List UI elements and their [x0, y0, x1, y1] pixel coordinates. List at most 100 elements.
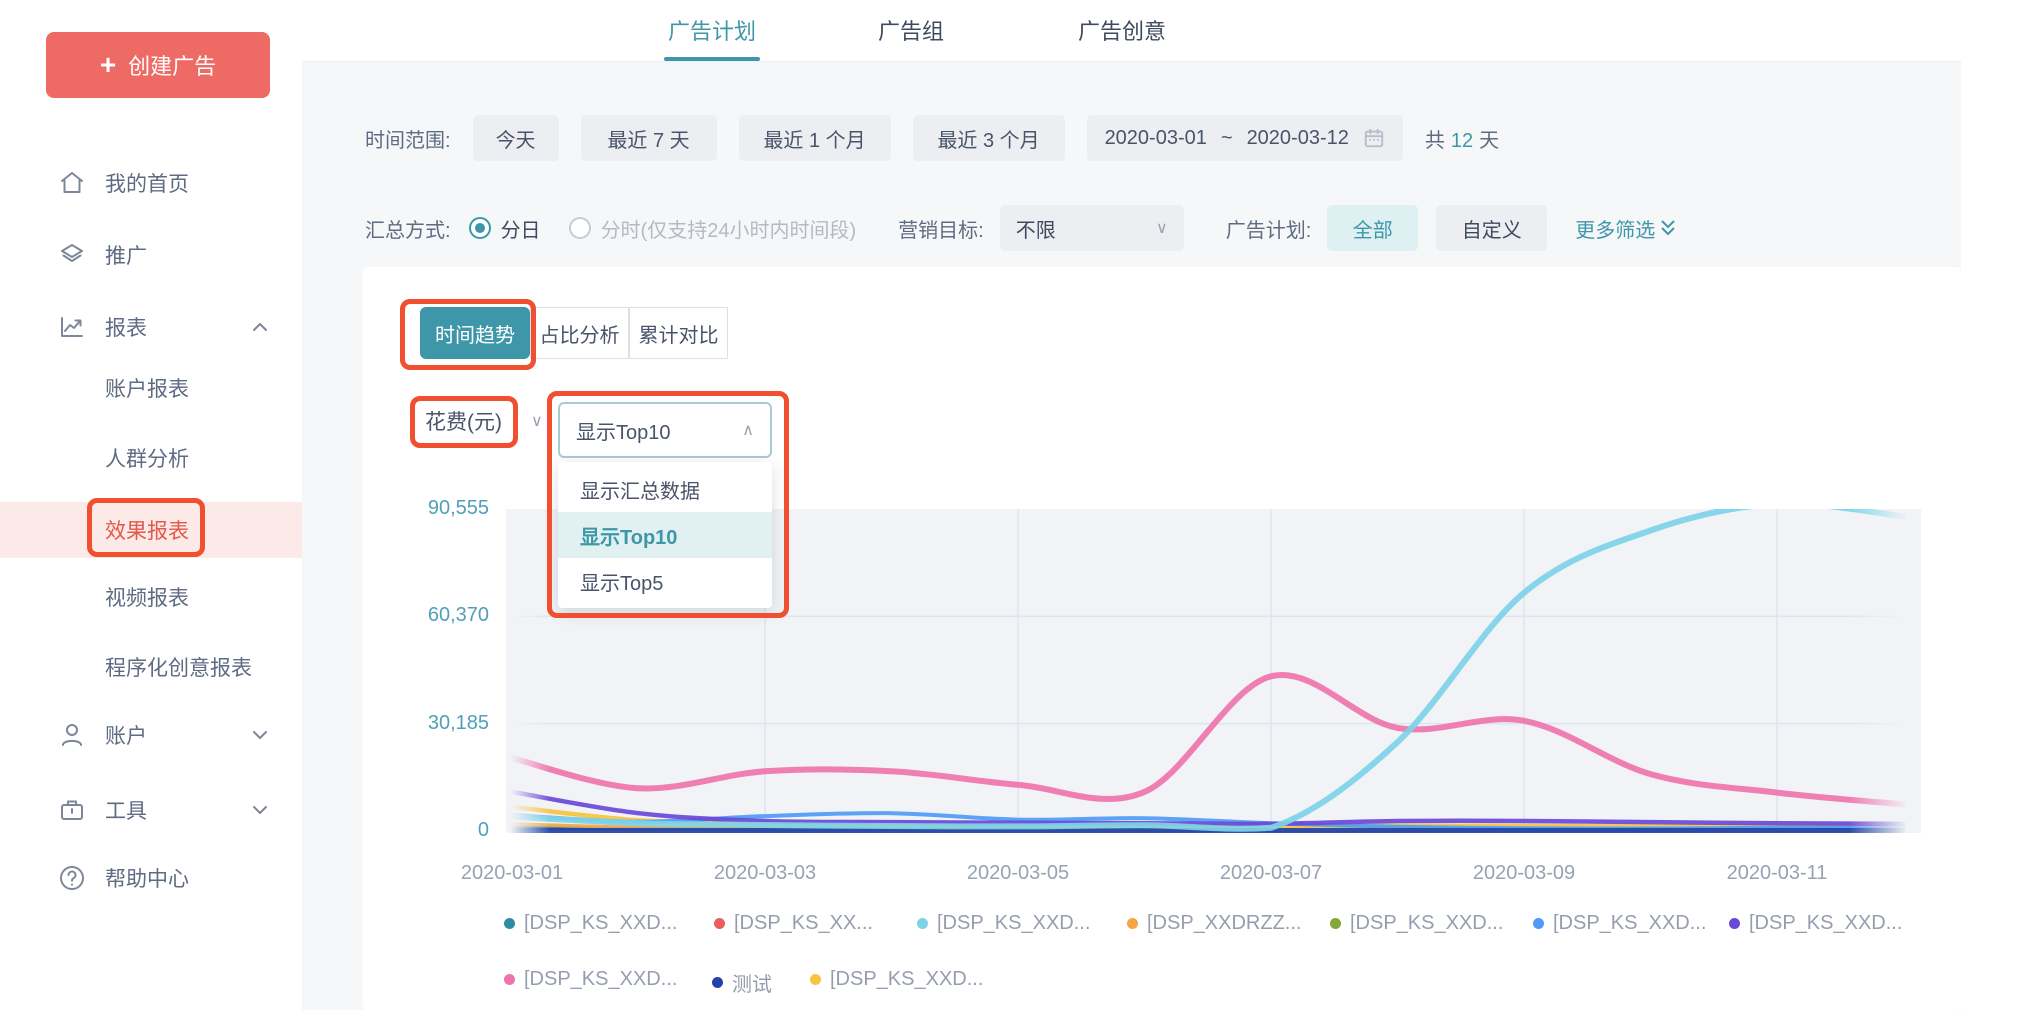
legend-label: [DSP_KS_XXD... [524, 968, 677, 991]
legend-label: [DSP_XXDRZZ... [1147, 912, 1301, 935]
y-tick-label: 0 [403, 819, 489, 842]
briefcase-icon [58, 796, 86, 824]
legend-dot-icon [1533, 918, 1544, 929]
user-icon [58, 721, 86, 749]
legend-dot-icon [714, 918, 725, 929]
legend-dot-icon [1330, 918, 1341, 929]
legend-label: [DSP_KS_XXD... [524, 912, 677, 935]
legend-dot-icon [1127, 918, 1138, 929]
layers-icon [58, 241, 86, 269]
sidebar-item-工具[interactable]: 工具 [0, 780, 302, 840]
radio-by-hour[interactable] [569, 217, 591, 239]
legend-label: [DSP_KS_XXD... [1553, 912, 1706, 935]
ad-plan-custom-button[interactable]: 自定义 [1436, 205, 1547, 251]
sidebar-item-报表[interactable]: 报表 [0, 297, 302, 357]
total-days: 共12天 [1425, 124, 1499, 153]
ad-plan-all-button[interactable]: 全部 [1327, 205, 1418, 251]
sidebar-item-账户报表[interactable]: 账户报表 [0, 360, 302, 416]
view-tab-时间趋势[interactable]: 时间趋势 [420, 307, 530, 359]
chart-card: 时间趋势占比分析累计对比 花费(元) ∨ 显示Top10 ∧ 显示汇总数据显示T… [363, 267, 1961, 1010]
date-separator: ~ [1221, 127, 1233, 150]
preset-最近 3 个月[interactable]: 最近 3 个月 [913, 115, 1065, 161]
date-range-picker[interactable]: 2020-03-01 ~ 2020-03-12 [1087, 115, 1403, 161]
x-tick-label: 2020-03-05 [928, 862, 1108, 885]
preset-今天[interactable]: 今天 [473, 115, 559, 161]
chevron-down-icon: ∨ [531, 411, 543, 431]
create-ad-label: 创建广告 [128, 49, 216, 81]
metric-selector[interactable]: 花费(元) [425, 406, 502, 436]
top-select[interactable]: 显示Top10 ∧ [558, 402, 772, 458]
radio-by-hour-label[interactable]: 分时(仅支持24小时内时间段) [601, 214, 857, 243]
active-tab-underline [664, 57, 760, 61]
tab-ad-group[interactable]: 广告组 [862, 14, 960, 46]
plot-right-fade [1849, 509, 1921, 833]
sidebar-item-账户[interactable]: 账户 [0, 705, 302, 765]
legend-item[interactable]: [DSP_KS_XXD... [1729, 912, 1902, 935]
sidebar: + 创建广告 我的首页 推广 报表账户报表人群分析效果报表视频报表程序化创意报表… [0, 0, 302, 1026]
summary-row: 汇总方式: 分日 分时(仅支持24小时内时间段) 营销目标: 不限 ∨ 广告计划… [365, 205, 1677, 251]
sidebar-item-人群分析[interactable]: 人群分析 [0, 430, 302, 486]
legend-label: 测试 [732, 968, 772, 997]
tab-ad-plan[interactable]: 广告计划 [664, 14, 760, 46]
tab-ad-creative[interactable]: 广告创意 [1060, 14, 1184, 46]
legend-label: [DSP_KS_XXD... [937, 912, 1090, 935]
question-icon [58, 864, 86, 892]
legend-item[interactable]: [DSP_KS_XX... [714, 912, 873, 935]
legend-item[interactable]: [DSP_KS_XXD... [1330, 912, 1503, 935]
time-range-row: 时间范围: 今天最近 7 天最近 1 个月最近 3 个月 2020-03-01 … [365, 115, 1499, 161]
sidebar-item-我的首页[interactable]: 我的首页 [0, 153, 302, 213]
more-filters-link[interactable]: 更多筛选 [1575, 214, 1677, 243]
radio-by-day-label[interactable]: 分日 [501, 214, 541, 243]
x-tick-label: 2020-03-07 [1181, 862, 1361, 885]
menu-option-显示汇总数据[interactable]: 显示汇总数据 [558, 466, 772, 512]
top-select-menu: 显示汇总数据显示Top10显示Top5 [558, 462, 772, 608]
legend-item[interactable]: [DSP_XXDRZZ... [1127, 912, 1301, 935]
legend-dot-icon [810, 974, 821, 985]
y-tick-label: 30,185 [403, 712, 489, 735]
sidebar-item-效果报表[interactable]: 效果报表 [0, 502, 302, 558]
x-tick-label: 2020-03-09 [1434, 862, 1614, 885]
sidebar-item-视频报表[interactable]: 视频报表 [0, 569, 302, 625]
radio-by-day[interactable] [469, 217, 491, 239]
legend-dot-icon [504, 918, 515, 929]
y-tick-label: 60,370 [403, 604, 489, 627]
marketing-goal-select[interactable]: 不限 ∨ [1000, 205, 1184, 251]
legend-item[interactable]: 测试 [712, 968, 772, 997]
menu-option-显示Top10[interactable]: 显示Top10 [558, 512, 772, 558]
legend-dot-icon [712, 977, 723, 988]
legend-label: [DSP_KS_XX... [734, 912, 873, 935]
home-icon [58, 169, 86, 197]
date-end: 2020-03-12 [1247, 127, 1349, 150]
legend-item[interactable]: [DSP_KS_XXD... [504, 968, 677, 991]
plot-left-fade [506, 509, 550, 833]
plus-icon: + [100, 51, 116, 79]
legend-item[interactable]: [DSP_KS_XXD... [810, 968, 983, 991]
create-ad-button[interactable]: + 创建广告 [46, 32, 270, 98]
legend-label: [DSP_KS_XXD... [1350, 912, 1503, 935]
legend-item[interactable]: [DSP_KS_XXD... [917, 912, 1090, 935]
menu-option-显示Top5[interactable]: 显示Top5 [558, 558, 772, 604]
view-tab-累计对比[interactable]: 累计对比 [629, 307, 728, 359]
double-chevron-down-icon [1659, 218, 1677, 238]
x-tick-label: 2020-03-03 [675, 862, 855, 885]
view-tab-占比分析[interactable]: 占比分析 [530, 307, 629, 359]
legend-label: [DSP_KS_XXD... [1749, 912, 1902, 935]
preset-最近 1 个月[interactable]: 最近 1 个月 [739, 115, 891, 161]
ad-plan-label: 广告计划: [1226, 214, 1312, 243]
preset-最近 7 天[interactable]: 最近 7 天 [581, 115, 717, 161]
marketing-goal-label: 营销目标: [898, 214, 984, 243]
sidebar-item-帮助中心[interactable]: 帮助中心 [0, 848, 302, 908]
top-select-value: 显示Top10 [576, 416, 671, 445]
legend-item[interactable]: [DSP_KS_XXD... [504, 912, 677, 935]
legend-dot-icon [917, 918, 928, 929]
entity-tabbar: 广告计划 广告组 广告创意 [302, 0, 1961, 62]
chevron-down-icon: ∨ [1156, 218, 1168, 238]
chevron-up-icon: ∧ [742, 420, 754, 440]
time-range-label: 时间范围: [365, 124, 451, 153]
legend-label: [DSP_KS_XXD... [830, 968, 983, 991]
y-tick-label: 90,555 [403, 497, 489, 520]
legend-item[interactable]: [DSP_KS_XXD... [1533, 912, 1706, 935]
series-line [512, 675, 1904, 804]
sidebar-item-程序化创意报表[interactable]: 程序化创意报表 [0, 639, 302, 695]
sidebar-item-推广[interactable]: 推广 [0, 225, 302, 285]
